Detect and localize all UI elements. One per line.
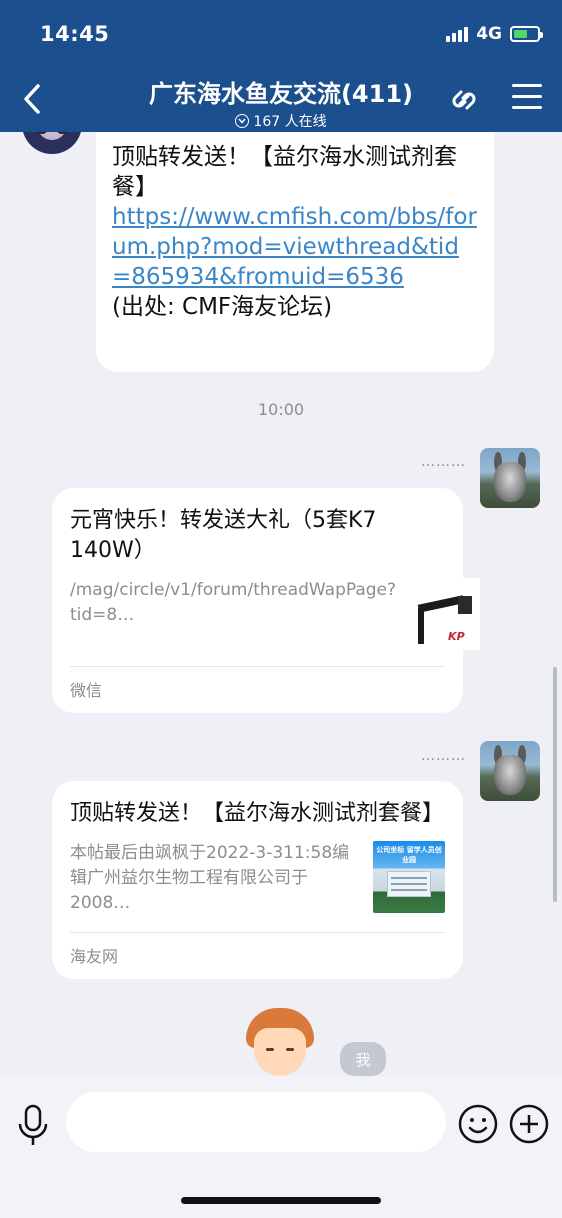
link-icon: [452, 90, 476, 110]
microphone-icon: [18, 1104, 48, 1145]
network-type: 4G: [476, 24, 502, 44]
chat-title: 广东海水鱼友交流(411): [148, 80, 414, 108]
battery-icon: [510, 26, 543, 42]
back-button[interactable]: [20, 82, 50, 116]
my-avatar[interactable]: [246, 1008, 314, 1076]
card-title: 顶贴转发送！【益尔海水测试剂套餐】: [70, 801, 445, 826]
status-indicators: 4G: [446, 24, 543, 44]
smiley-icon: [458, 1104, 498, 1144]
card-description: 本帖最后由飒枫于2022-3-311:58编辑广州益尔生物工程有限公司于2008…: [70, 843, 350, 913]
avatar[interactable]: [480, 448, 540, 508]
signal-icon: [446, 26, 469, 42]
card-title: 元宵快乐！转发送大礼（5套K7 140W）: [70, 508, 377, 563]
link-card[interactable]: 元宵快乐！转发送大礼（5套K7 140W） /mag/circle/v1/for…: [52, 488, 481, 713]
menu-icon: [512, 84, 542, 87]
chat-area[interactable]: 顶贴转发送！【益尔海水测试剂套餐】 https://www.cmfish.com…: [0, 132, 562, 1076]
sender-name: ………: [421, 748, 466, 764]
emoji-button[interactable]: [458, 1104, 498, 1144]
avatar[interactable]: [22, 132, 82, 154]
me-badge: 我: [340, 1042, 386, 1076]
online-status: 167 人在线: [100, 111, 462, 131]
message-source: (出处: CMF海友论坛): [112, 294, 333, 320]
message-bubble[interactable]: 顶贴转发送！【益尔海水测试剂套餐】 https://www.cmfish.com…: [96, 132, 494, 372]
card-thumbnail: 公司坐标 留学人员创业园: [373, 841, 445, 913]
voice-button[interactable]: [16, 1104, 50, 1148]
status-time: 14:45: [40, 22, 110, 46]
input-bar: [0, 1076, 562, 1218]
home-indicator[interactable]: [181, 1197, 381, 1204]
link-card[interactable]: 顶贴转发送！【益尔海水测试剂套餐】 本帖最后由飒枫于2022-3-311:58编…: [52, 781, 463, 979]
message-link[interactable]: https://www.cmfish.com/bbs/forum.php?mod…: [112, 202, 478, 292]
chevron-left-icon: [24, 84, 40, 114]
chat-header: 14:45 4G 广东海水鱼友交流(411) 167 人在线: [0, 0, 562, 132]
title-area[interactable]: 广东海水鱼友交流(411) 167 人在线: [100, 74, 462, 131]
scrollbar[interactable]: [553, 667, 557, 902]
card-description: /mag/circle/v1/forum/threadWapPage?tid=8…: [70, 580, 397, 625]
card-source: 海友网: [70, 947, 119, 966]
plus-icon: [509, 1104, 549, 1144]
more-button[interactable]: [509, 1104, 549, 1144]
menu-button[interactable]: [512, 84, 542, 112]
online-count: 167 人在线: [253, 114, 327, 130]
message-text: 顶贴转发送！【益尔海水测试剂套餐】: [112, 144, 457, 200]
card-thumbnail: KP: [408, 578, 481, 650]
chevron-down-icon: [235, 114, 250, 128]
card-source: 微信: [70, 681, 103, 700]
message-timestamp: 10:00: [257, 400, 305, 419]
message-input[interactable]: [66, 1092, 446, 1152]
sender-name: ………: [421, 454, 466, 470]
avatar[interactable]: [480, 741, 540, 801]
link-button[interactable]: [444, 80, 484, 120]
